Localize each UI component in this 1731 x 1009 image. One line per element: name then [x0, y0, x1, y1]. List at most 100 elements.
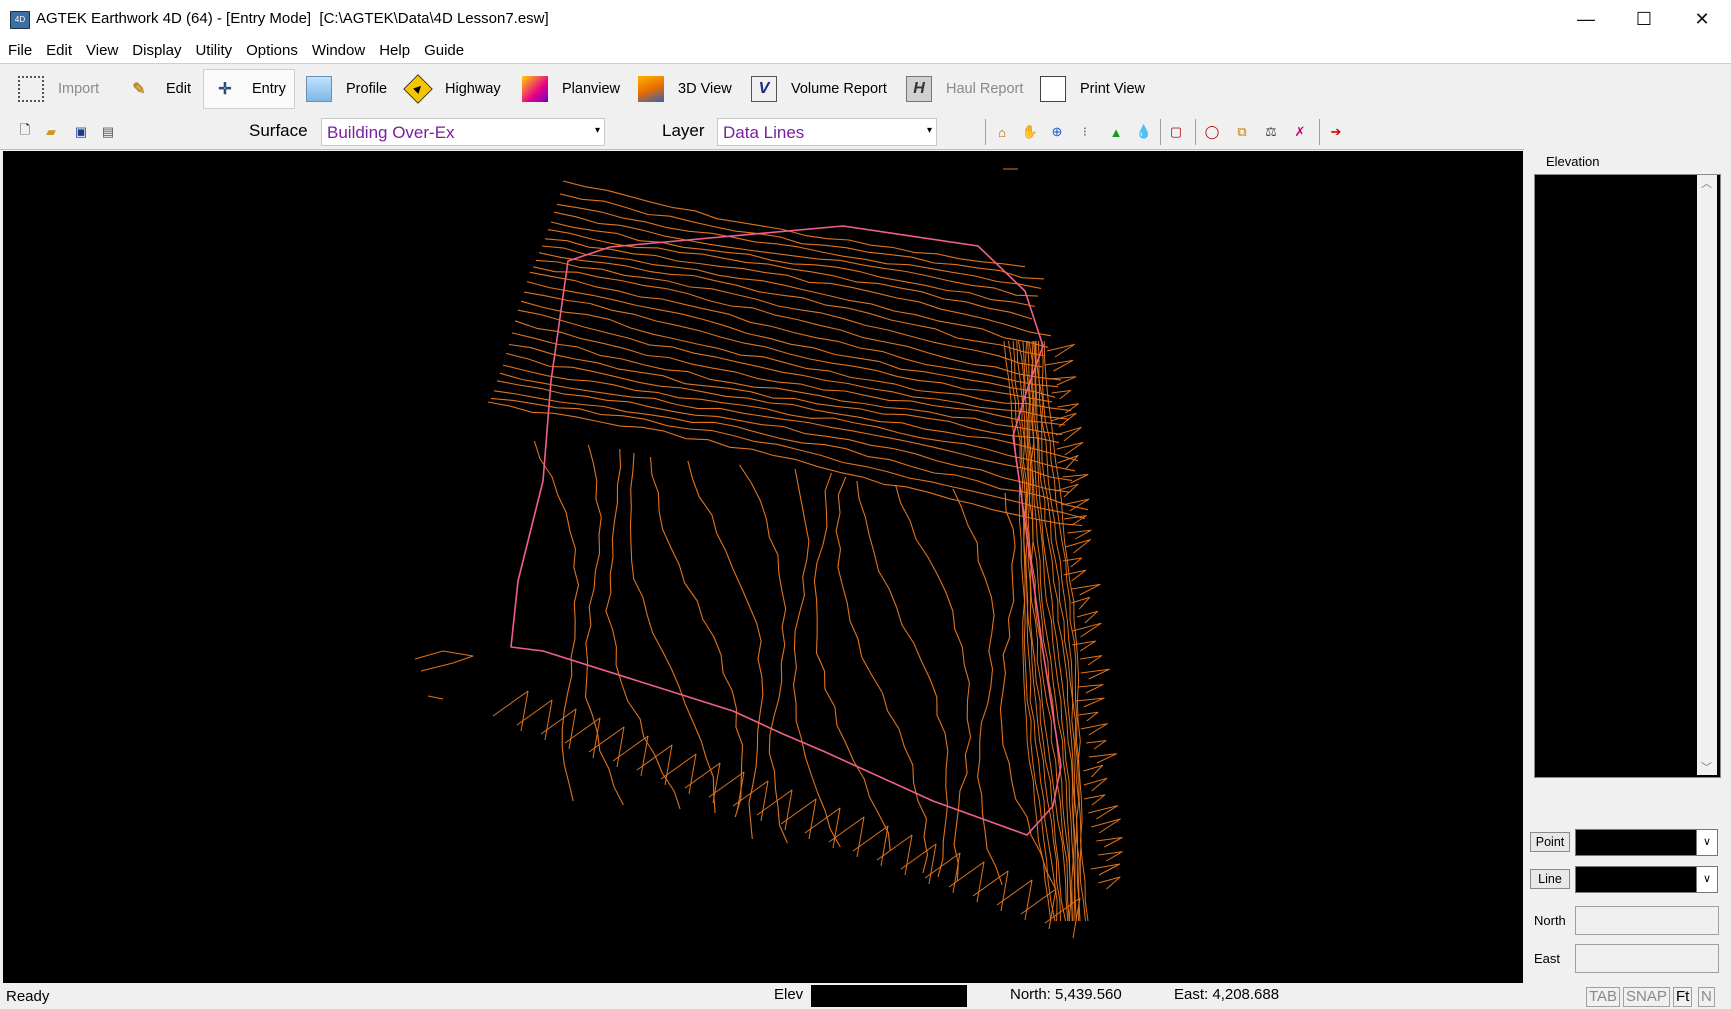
exit-icon[interactable]: ➔: [1327, 123, 1345, 141]
balance-icon[interactable]: ⚖: [1262, 123, 1280, 141]
contour-line: [1080, 655, 1103, 666]
volume-report-label: Volume Report: [791, 81, 887, 97]
scroll-down-icon[interactable]: ﹀: [1701, 759, 1712, 775]
import-button[interactable]: Import: [10, 69, 107, 109]
north-label: North: [1534, 913, 1566, 928]
east-status: East: 4,208.688: [1174, 986, 1280, 1003]
3d-view-icon: [638, 76, 664, 102]
contour-line: [1020, 888, 1057, 930]
elevation-scrollbar[interactable]: ︿ ﹀: [1697, 175, 1717, 775]
pencil-icon: ✎: [132, 81, 146, 98]
close-button[interactable]: ✕: [1673, 0, 1731, 38]
circle-icon[interactable]: ◯: [1203, 123, 1221, 141]
minimize-button[interactable]: —: [1557, 0, 1615, 38]
menu-help[interactable]: Help: [371, 38, 416, 63]
haul-report-label: Haul Report: [946, 81, 1024, 97]
triangle-icon[interactable]: ▲: [1107, 123, 1125, 141]
contour-line: [559, 193, 1045, 280]
contour-line: [538, 252, 1046, 357]
contour-line: [1088, 805, 1119, 820]
contour-line: [516, 699, 553, 741]
menu-view[interactable]: View: [78, 38, 124, 63]
menu-edit[interactable]: Edit: [38, 38, 78, 63]
new-file-icon[interactable]: 🗋: [16, 122, 34, 141]
contour-line: [1083, 777, 1108, 792]
contour-line: [1090, 863, 1121, 876]
haul-report-button[interactable]: H Haul Report: [898, 69, 1031, 109]
contour-line: [550, 221, 1036, 308]
menu-file[interactable]: File: [0, 38, 38, 63]
contour-line: [1071, 583, 1101, 596]
menu-options[interactable]: Options: [238, 38, 304, 63]
water-drop-icon[interactable]: 💧: [1135, 123, 1153, 141]
line-button[interactable]: Line: [1530, 869, 1570, 889]
highway-button[interactable]: ▲ Highway: [397, 69, 509, 109]
chevron-down-icon[interactable]: ∨: [1696, 829, 1718, 856]
contour-line: [1098, 876, 1121, 890]
north-field[interactable]: [1575, 906, 1719, 935]
layer-dropdown[interactable]: Data Lines ▾: [717, 118, 937, 146]
contour-line: [553, 211, 1039, 297]
contour-line: [739, 464, 788, 844]
point-button[interactable]: Point: [1530, 832, 1570, 852]
edit-button[interactable]: ✎ Edit: [118, 69, 199, 109]
surface-dropdown[interactable]: Building Over-Ex ▾: [321, 118, 605, 146]
toolbar-separator: [1160, 119, 1161, 145]
save-icon[interactable]: ▣: [72, 123, 90, 141]
pan-hand-icon[interactable]: ✋: [1021, 123, 1039, 141]
contour-line: [900, 843, 937, 885]
contour-line: [835, 476, 929, 874]
window-title: AGTEK Earthwork 4D (64) - [Entry Mode] […: [36, 10, 549, 27]
scroll-up-icon[interactable]: ︿: [1701, 175, 1712, 191]
contour-line: [544, 238, 1052, 337]
contour-line: [1098, 851, 1123, 862]
contour-line: [999, 492, 1057, 890]
menu-guide[interactable]: Guide: [416, 38, 470, 63]
menu-window[interactable]: Window: [304, 38, 371, 63]
open-folder-icon[interactable]: ▰: [42, 123, 60, 141]
highway-label: Highway: [445, 81, 501, 97]
contour-line: [792, 468, 841, 848]
contour-line: [1072, 640, 1096, 652]
units-indicator: Ft: [1673, 987, 1693, 1007]
menu-display[interactable]: Display: [124, 38, 187, 63]
delete-x-icon[interactable]: ✗: [1291, 123, 1309, 141]
menu-bar: File Edit View Display Utility Options W…: [0, 38, 1731, 63]
3d-view-button[interactable]: 3D View: [630, 69, 740, 109]
contour-line: [996, 879, 1033, 921]
east-field[interactable]: [1575, 944, 1719, 973]
contour-line: [660, 753, 697, 795]
print-view-button[interactable]: Print View: [1032, 69, 1153, 109]
profile-button[interactable]: Profile: [298, 69, 395, 109]
contour-line: [502, 364, 1076, 472]
contour-line: [1046, 344, 1075, 358]
contour-line: [414, 650, 474, 672]
contour-line: [508, 343, 1060, 444]
menu-utility[interactable]: Utility: [187, 38, 238, 63]
chevron-down-icon[interactable]: ∨: [1696, 866, 1718, 893]
home-icon[interactable]: ⌂: [993, 123, 1011, 141]
3d-view-label: 3D View: [678, 81, 732, 97]
planview-canvas[interactable]: [3, 151, 1523, 983]
copy-icon[interactable]: ⧉: [1233, 123, 1251, 141]
entry-button[interactable]: ✛ Entry: [203, 69, 295, 109]
elevation-label: Elevation: [1546, 154, 1600, 169]
chevron-down-icon: ▾: [926, 125, 932, 136]
edit-label: Edit: [166, 81, 191, 97]
grid-icon: [18, 76, 44, 102]
print-icon[interactable]: ▤: [99, 123, 117, 141]
rectangle-icon[interactable]: ▢: [1167, 123, 1185, 141]
contour-line: [856, 480, 949, 878]
status-text: Ready: [6, 988, 50, 1005]
elevation-list[interactable]: [1534, 174, 1721, 778]
contour-line: [1051, 390, 1072, 400]
contour-line: [852, 825, 889, 867]
maximize-button[interactable]: ☐: [1615, 0, 1673, 38]
planview-button[interactable]: Planview: [514, 69, 628, 109]
volume-report-button[interactable]: V Volume Report: [743, 69, 895, 109]
entry-label: Entry: [252, 81, 286, 97]
zoom-icon[interactable]: ⊕: [1048, 123, 1066, 141]
contour-line: [1067, 529, 1092, 540]
contour-line: [629, 452, 716, 814]
grid-select-icon[interactable]: ⁝: [1076, 123, 1094, 141]
